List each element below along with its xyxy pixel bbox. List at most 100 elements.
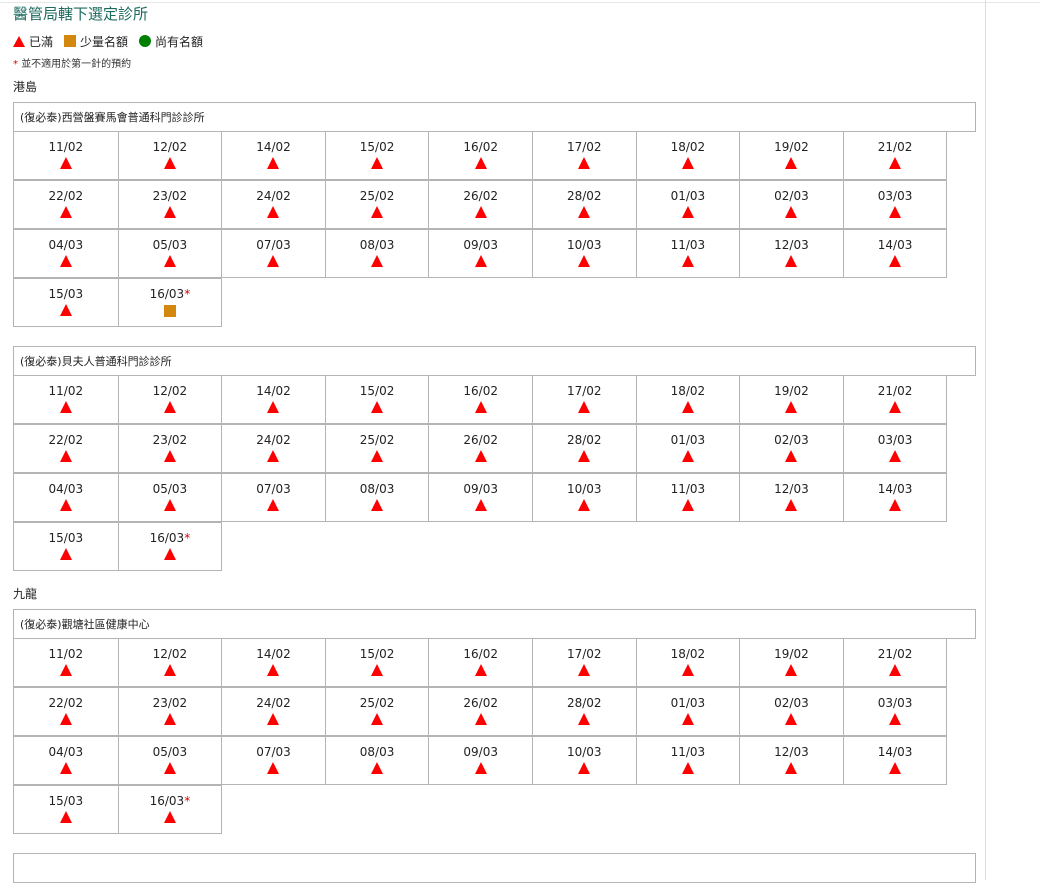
date-cell[interactable]: 23/02	[117, 687, 223, 736]
date-cell[interactable]: 03/03	[842, 424, 948, 473]
status-symbol	[844, 157, 947, 171]
date-cell[interactable]: 15/02	[324, 131, 430, 180]
date-cell[interactable]: 01/03	[635, 687, 741, 736]
date-cell[interactable]: 14/03	[842, 473, 948, 522]
date-cell[interactable]: 04/03	[13, 229, 119, 278]
date-cell[interactable]: 15/03	[13, 785, 119, 834]
date-cell[interactable]: 25/02	[324, 180, 430, 229]
date-cell[interactable]: 21/02	[842, 638, 948, 687]
date-cell[interactable]: 03/03	[842, 687, 948, 736]
date-cell[interactable]: 21/02	[842, 375, 948, 424]
date-cell[interactable]: 26/02	[428, 180, 533, 229]
date-cell[interactable]: 24/02	[221, 424, 326, 473]
date-cell[interactable]: 11/02	[13, 638, 119, 687]
date-cell[interactable]: 02/03	[739, 180, 844, 229]
date-cell[interactable]: 22/02	[13, 180, 119, 229]
date-cell[interactable]: 05/03	[117, 229, 223, 278]
date-cell[interactable]: 25/02	[324, 424, 430, 473]
date-cell[interactable]: 25/02	[324, 687, 430, 736]
date-cell[interactable]: 11/03	[635, 229, 741, 278]
date-cell[interactable]: 28/02	[531, 687, 637, 736]
date-cell[interactable]: 19/02	[739, 131, 844, 180]
orange-square-icon	[163, 305, 176, 317]
date-cell[interactable]: 02/03	[739, 687, 844, 736]
date-cell[interactable]: 23/02	[117, 180, 223, 229]
date-cell[interactable]: 28/02	[531, 424, 637, 473]
date-cell[interactable]: 28/02	[531, 180, 637, 229]
date-cell[interactable]: 12/03	[739, 229, 844, 278]
date-cell[interactable]: 10/03	[531, 229, 637, 278]
date-cell[interactable]: 22/02	[13, 687, 119, 736]
date-cell[interactable]: 14/02	[221, 131, 326, 180]
date-cell[interactable]: 18/02	[635, 131, 741, 180]
red-triangle-icon	[785, 713, 798, 725]
date-cell[interactable]: 14/02	[221, 638, 326, 687]
date-cell[interactable]: 12/02	[117, 375, 223, 424]
date-cell[interactable]: 18/02	[635, 638, 741, 687]
date-cell[interactable]: 14/03	[842, 229, 948, 278]
date-cell[interactable]: 01/03	[635, 180, 741, 229]
date-cell[interactable]: 07/03	[221, 736, 326, 785]
date-cell[interactable]: 17/02	[531, 638, 637, 687]
date-cell[interactable]: 11/02	[13, 131, 119, 180]
date-cell[interactable]: 12/03	[739, 473, 844, 522]
red-triangle-icon	[59, 255, 72, 267]
date-cell[interactable]: 16/03*	[117, 785, 223, 834]
date-cell[interactable]: 08/03	[324, 229, 430, 278]
date-cell[interactable]: 04/03	[13, 473, 119, 522]
date-cell[interactable]: 09/03	[428, 736, 533, 785]
date-cell[interactable]: 07/03	[221, 473, 326, 522]
date-cell[interactable]: 22/02	[13, 424, 119, 473]
date-cell[interactable]: 14/02	[221, 375, 326, 424]
date-cell[interactable]: 15/02	[324, 375, 430, 424]
date-cell[interactable]: 16/02	[428, 131, 533, 180]
date-label: 02/03	[740, 696, 843, 710]
clinic-table: (復必泰)觀塘社區健康中心 11/02 12/02 14/02 15/02 16/02 1…	[13, 609, 976, 835]
date-label: 16/02	[429, 140, 532, 154]
date-cell[interactable]: 08/03	[324, 473, 430, 522]
date-cell[interactable]: 19/02	[739, 638, 844, 687]
status-symbol	[326, 762, 429, 776]
date-cell[interactable]: 08/03	[324, 736, 430, 785]
date-cell[interactable]: 16/03*	[117, 522, 223, 571]
date-cell[interactable]: 02/03	[739, 424, 844, 473]
date-cell[interactable]: 15/02	[324, 638, 430, 687]
date-cell[interactable]: 05/03	[117, 473, 223, 522]
date-cell[interactable]: 14/03	[842, 736, 948, 785]
date-cell[interactable]: 11/03	[635, 736, 741, 785]
date-cell[interactable]: 16/02	[428, 638, 533, 687]
date-cell[interactable]: 11/03	[635, 473, 741, 522]
date-cell[interactable]: 19/02	[739, 375, 844, 424]
date-cell[interactable]: 12/02	[117, 131, 223, 180]
date-cell[interactable]: 26/02	[428, 424, 533, 473]
date-cell[interactable]: 23/02	[117, 424, 223, 473]
date-cell[interactable]: 24/02	[221, 180, 326, 229]
date-cell[interactable]: 12/03	[739, 736, 844, 785]
date-cell[interactable]: 07/03	[221, 229, 326, 278]
date-cell[interactable]: 04/03	[13, 736, 119, 785]
date-cell[interactable]: 21/02	[842, 131, 948, 180]
date-cell[interactable]: 16/02	[428, 375, 533, 424]
date-cell[interactable]: 05/03	[117, 736, 223, 785]
date-cell[interactable]: 16/03*	[117, 278, 223, 327]
date-cell[interactable]: 11/02	[13, 375, 119, 424]
date-row: 22/02 23/02 24/02 25/02 26/02 28/02 01/03 02/03…	[13, 180, 976, 230]
date-cell[interactable]: 26/02	[428, 687, 533, 736]
date-cell[interactable]: 01/03	[635, 424, 741, 473]
date-label: 15/02	[326, 140, 429, 154]
date-cell[interactable]: 03/03	[842, 180, 948, 229]
date-cell[interactable]: 18/02	[635, 375, 741, 424]
date-cell[interactable]: 24/02	[221, 687, 326, 736]
date-cell[interactable]: 10/03	[531, 473, 637, 522]
date-cell[interactable]: 15/03	[13, 278, 119, 327]
date-text: 28/02	[566, 189, 602, 203]
date-cell[interactable]: 15/03	[13, 522, 119, 571]
date-cell[interactable]: 12/02	[117, 638, 223, 687]
status-symbol	[326, 499, 429, 513]
red-triangle-icon	[371, 762, 384, 774]
date-cell[interactable]: 09/03	[428, 473, 533, 522]
date-cell[interactable]: 17/02	[531, 131, 637, 180]
date-cell[interactable]: 10/03	[531, 736, 637, 785]
date-cell[interactable]: 09/03	[428, 229, 533, 278]
date-cell[interactable]: 17/02	[531, 375, 637, 424]
